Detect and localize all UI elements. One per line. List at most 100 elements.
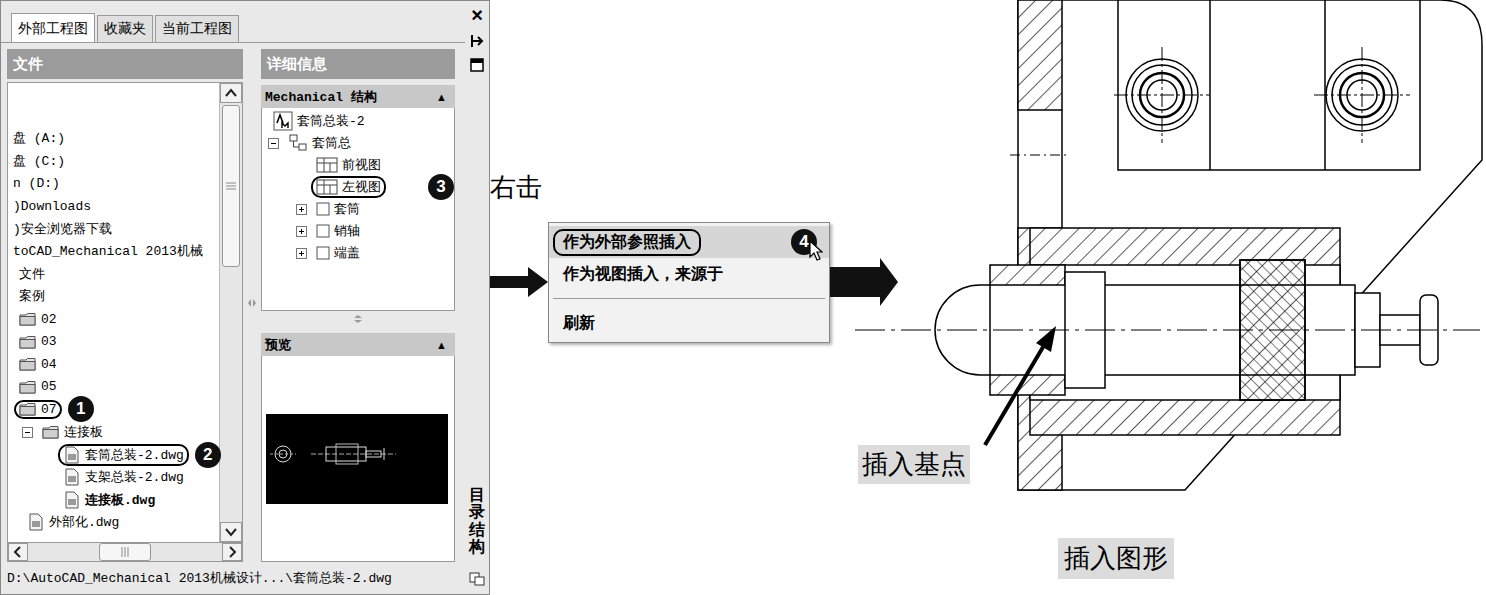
file-item[interactable]: 套筒总装-2.dwg2 [58,444,189,466]
tab[interactable]: 外部工程图 [11,13,95,42]
file-item[interactable]: 03 [14,332,62,351]
callout-badge: 3 [428,174,454,200]
file-item[interactable]: 盘 (C:) [8,150,70,172]
file-row[interactable]: 套筒总装-2.dwg2 [8,443,219,466]
preview-header[interactable]: 预览▲ [261,333,455,356]
file-row[interactable]: )Downloads [8,195,219,218]
file-row[interactable]: 05 [8,376,219,399]
menu-item[interactable]: 作为视图插入，来源于 [549,258,829,290]
callout-badge: 1 [68,396,94,422]
expander-icon[interactable] [296,248,307,259]
file-item[interactable]: 支架总装-2.dwg [58,466,189,488]
expander-icon[interactable] [268,138,279,149]
structure-item[interactable]: 端盖 [311,242,365,264]
structure-item[interactable]: 套筒总 [283,131,356,155]
file-tree: 盘 (A:)盘 (C:) n (D:) )Downloads )安全浏览器下载toCA… [7,82,243,543]
splitter[interactable] [243,43,261,562]
structure-row[interactable]: 前视图 [262,154,454,176]
view-icon [316,157,338,173]
tree-toggle-icon[interactable] [469,570,485,586]
file-item[interactable]: 外部化.dwg [22,511,124,533]
file-row[interactable]: 文件 [8,263,219,286]
structure-row[interactable]: 端盖 [262,242,454,264]
tab[interactable]: 当前工程图 [155,15,239,42]
scroll-thumb[interactable] [222,105,240,267]
expander-icon[interactable] [22,427,33,438]
preview-thumbnail [266,414,448,504]
vertical-scrollbar[interactable] [219,83,242,542]
structure-row[interactable]: 套筒 [262,198,454,220]
expander-icon[interactable] [296,204,307,215]
scroll-left-icon[interactable] [8,543,28,561]
file-item[interactable]: 文件 [14,263,50,285]
file-item[interactable]: )安全浏览器下载 [8,218,117,240]
file-row[interactable]: toCAD_Mechanical 2013机械 [8,240,219,263]
auto-hide-icon[interactable] [469,33,485,49]
structure-item[interactable]: 左视图3右击 [311,176,386,198]
panel-body: 文件 盘 (A:)盘 (C:) n (D:) )Downloads )安全浏览器下载to… [1,43,465,562]
file-row[interactable]: 071 [8,398,219,421]
scroll-down-icon[interactable] [220,522,242,542]
file-row[interactable]: )安全浏览器下载 [8,217,219,240]
file-item[interactable]: 连接板.dwg [58,489,160,511]
dwg-file-icon [27,513,45,531]
structure-item[interactable]: 前视图 [311,154,386,176]
file-item[interactable]: 连接板 [37,421,108,443]
file-row[interactable]: 盘 (C:) [8,150,219,173]
file-row[interactable]: 案例 [8,285,219,308]
threaded-hole [1114,47,1210,143]
properties-icon[interactable] [469,57,485,73]
file-item[interactable]: )Downloads [8,197,96,216]
file-row[interactable]: n (D:) [8,172,219,195]
grip-icon [226,182,236,190]
file-row[interactable]: 连接板.dwg [8,489,219,512]
file-item[interactable]: 02 [14,310,62,329]
grip-icon [121,547,129,557]
center-line [855,330,1480,331]
horizontal-scrollbar[interactable] [7,543,243,562]
scroll-right-icon[interactable] [222,543,242,561]
file-item[interactable]: 05 [14,377,62,396]
file-row[interactable]: 支架总装-2.dwg [8,466,219,489]
file-row[interactable]: 03 [8,330,219,353]
file-item[interactable]: 盘 (A:) [8,127,70,149]
preview-area [261,356,455,562]
dwg-file-icon [63,468,81,486]
expander-icon[interactable] [296,226,307,237]
menu-separator [553,298,825,299]
file-row[interactable]: 外部化.dwg [8,511,219,534]
structure-item[interactable]: 套筒总装-2 [268,109,370,133]
menu-item[interactable]: 刷新 [549,307,829,339]
panel-main: 外部工程图收藏夹当前工程图文件 盘 (A:)盘 (C:) n (D:) )Downlo… [1,1,465,594]
structure-row[interactable]: 套筒总 [262,132,454,154]
scroll-up-icon[interactable] [220,83,242,103]
menu-item[interactable]: 作为外部参照插入4 [549,226,829,258]
cad-drawing: 插入基点插入图形 [830,0,1486,595]
step-area: 作为外部参照插入4作为视图插入，来源于刷新 [490,0,830,595]
threaded-hole [1314,47,1410,143]
structure-tree: 套筒总装-2套筒总前视图左视图3右击套筒销轴端盖 [261,108,455,311]
callout-note: 右击 [490,170,542,205]
structure-header[interactable]: Mechanical 结构▲ [261,85,455,108]
structure-row[interactable]: 套筒总装-2 [262,110,454,132]
file-item[interactable]: toCAD_Mechanical 2013机械 [8,240,208,262]
preview-splitter[interactable] [261,311,455,327]
file-item[interactable]: n (D:) [8,174,65,193]
details-column: 详细信息Mechanical 结构▲套筒总装-2套筒总前视图左视图3右击套筒销轴… [261,43,455,562]
dwg-file-icon [63,446,81,464]
structure-row[interactable]: 左视图3右击 [262,176,454,198]
structure-row[interactable]: 销轴 [262,220,454,242]
file-row[interactable]: 04 [8,353,219,376]
file-item[interactable]: 04 [14,355,62,374]
file-row[interactable]: 盘 (A:) [8,127,219,150]
structure-item[interactable]: 销轴 [311,220,365,242]
panel-title: 目录结构 [469,486,485,556]
h-scroll-thumb[interactable] [99,543,151,561]
file-row[interactable]: 02 [8,308,219,331]
file-item[interactable]: 071 [14,400,62,419]
structure-item[interactable]: 套筒 [311,198,365,220]
close-button[interactable]: × [471,5,483,25]
file-item[interactable]: 案例 [14,285,50,307]
file-row[interactable]: 连接板 [8,421,219,444]
tab[interactable]: 收藏夹 [97,15,153,42]
